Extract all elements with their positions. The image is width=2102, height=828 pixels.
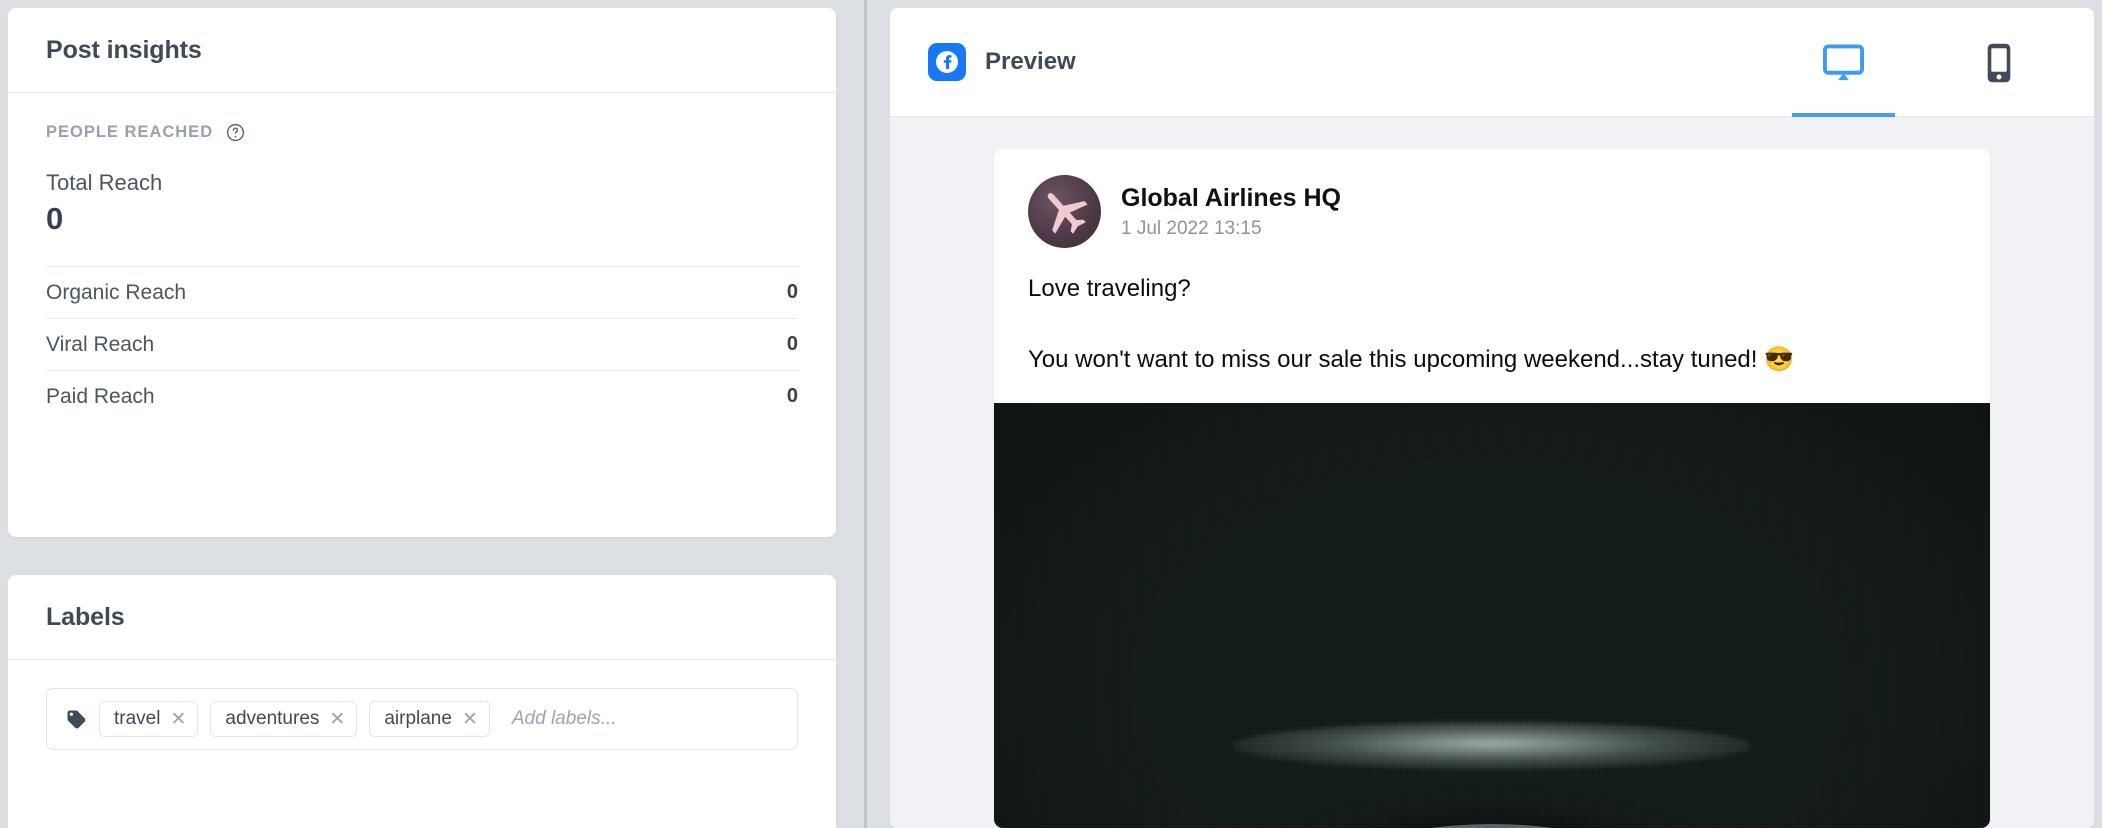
facebook-icon (928, 43, 966, 81)
add-labels-placeholder[interactable]: Add labels... (512, 708, 617, 730)
chip-label: airplane (384, 708, 452, 729)
metric-row-organic-reach: Organic Reach 0 (46, 266, 798, 318)
metric-label: Organic Reach (46, 280, 187, 304)
close-icon[interactable]: ✕ (329, 710, 345, 729)
panel-splitter[interactable] (864, 0, 867, 828)
labels-header: Labels (8, 575, 836, 660)
facebook-post-card: Global Airlines HQ 1 Jul 2022 13:15 Love… (994, 149, 1990, 828)
chip-label: adventures (225, 708, 320, 729)
metric-value: 0 (786, 385, 798, 407)
app-root: Post insights PEOPLE REACHED Total Reach… (0, 0, 2102, 828)
total-reach-label: Total Reach (46, 170, 163, 195)
close-icon[interactable]: ✕ (170, 710, 186, 729)
post-insights-card: Post insights PEOPLE REACHED Total Reach… (8, 8, 836, 537)
post-insights-header: Post insights (8, 8, 836, 93)
label-chip[interactable]: adventures ✕ (210, 701, 358, 737)
metric-label: Viral Reach (46, 332, 155, 356)
people-reached-row: PEOPLE REACHED (46, 123, 798, 142)
label-chip[interactable]: travel ✕ (99, 701, 199, 737)
metric-value: 0 (786, 333, 798, 355)
metric-value: 0 (786, 281, 798, 303)
post-author: Global Airlines HQ (1121, 183, 1341, 212)
metric-label: Paid Reach (46, 384, 155, 408)
post-photo[interactable] (994, 403, 1990, 828)
label-chip[interactable]: airplane ✕ (369, 701, 490, 737)
question-circle-icon[interactable] (226, 123, 245, 142)
post-insights-body: PEOPLE REACHED Total Reach 0 Organic Rea… (8, 93, 836, 422)
post-timestamp: 1 Jul 2022 13:15 (1121, 218, 1262, 240)
tab-desktop[interactable] (1792, 8, 1895, 117)
post-header: Global Airlines HQ 1 Jul 2022 13:15 (994, 149, 1990, 248)
close-icon[interactable]: ✕ (462, 710, 478, 729)
section-label-people-reached: PEOPLE REACHED (46, 123, 214, 141)
preview-title: Preview (985, 48, 1076, 75)
preview-body: Global Airlines HQ 1 Jul 2022 13:15 Love… (890, 117, 2094, 828)
left-panel: Post insights PEOPLE REACHED Total Reach… (8, 8, 836, 828)
tag-icon (65, 708, 87, 730)
labels-card: Labels travel ✕ adventures ✕ airplane ✕ … (8, 575, 836, 828)
labels-body: travel ✕ adventures ✕ airplane ✕ Add lab… (8, 660, 836, 778)
page-title: Post insights (46, 36, 202, 64)
airplane-avatar[interactable] (1028, 175, 1101, 248)
metric-row-viral-reach: Viral Reach 0 (46, 318, 798, 370)
photo-window-shade-highlight (1233, 722, 1751, 770)
labels-input[interactable]: travel ✕ adventures ✕ airplane ✕ Add lab… (46, 688, 798, 750)
post-text-line-1: Love traveling? (1028, 275, 1191, 302)
post-text-line-2: You won't want to miss our sale this upc… (1028, 346, 1794, 374)
preview-header: Preview (890, 8, 2094, 117)
metric-row-paid-reach: Paid Reach 0 (46, 370, 798, 422)
total-reach-value: 0 (46, 201, 64, 236)
device-tabs (1792, 8, 2050, 117)
chip-label: travel (114, 708, 161, 729)
post-author-block: Global Airlines HQ 1 Jul 2022 13:15 (1121, 183, 1341, 240)
preview-panel: Preview Global Airlines HQ 1 Jul 2022 13… (890, 8, 2094, 828)
tab-mobile[interactable] (1947, 8, 2050, 117)
labels-title: Labels (46, 603, 125, 631)
